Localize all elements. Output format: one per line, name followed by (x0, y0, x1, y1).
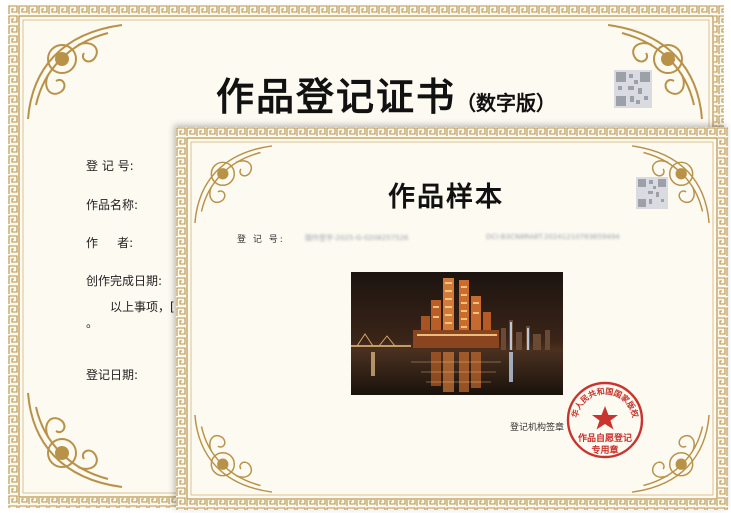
work-sample-photo (351, 272, 563, 395)
qr-code-icon (614, 70, 652, 108)
statement-end: 。 (86, 316, 99, 330)
seal-star-icon (592, 406, 618, 430)
sample-doi-value: DCI:B3CN8RA8T.20241210783659494 (486, 233, 620, 241)
corner-flourish-icon (27, 24, 123, 120)
issuer-signature-label: 登记机构签章 (510, 423, 565, 433)
corner-flourish-icon (27, 392, 123, 488)
statement-text: 以上事项，[ (110, 300, 175, 314)
reg-no-label: 登 记 号: (86, 159, 134, 173)
qr-code-icon (636, 177, 668, 209)
corner-flourish-icon (194, 414, 273, 493)
author-label: 作 者: (86, 236, 134, 250)
seal-line-2: 专用章 (591, 446, 619, 456)
corner-flourish-icon (194, 145, 273, 224)
sample-reg-no-label: 登 记 号: (237, 235, 285, 245)
certificate-title-suffix: （数字版） (456, 91, 557, 115)
reg-date-label: 登记日期: (86, 368, 139, 382)
sample-reg-no-value: 国作登字-2025-G-0208257526 (305, 234, 409, 242)
work-name-label: 作品名称: (86, 198, 139, 212)
completion-date-label: 创作完成日期: (86, 274, 163, 288)
sample-title: 作品样本 (388, 182, 504, 213)
certificate-title: 作品登记证书（数字版） (216, 74, 557, 119)
